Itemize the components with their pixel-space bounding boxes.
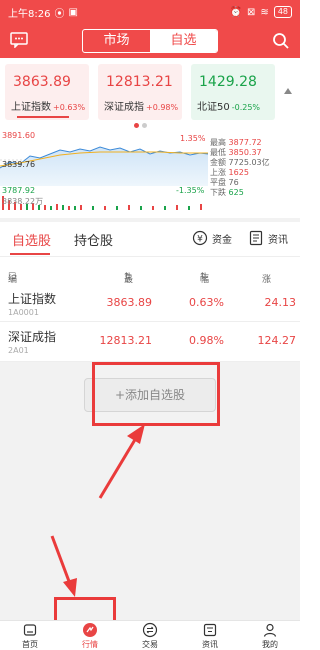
nav-profile[interactable]: 我的	[240, 621, 300, 650]
chart-low-label: 3787.92	[2, 186, 36, 195]
funds-label: 资金	[212, 234, 232, 246]
tab-watchlist[interactable]: 自选	[150, 30, 217, 52]
market-watchlist-toggle: 市场 自选	[82, 29, 218, 53]
top-header: 市场 自选	[0, 24, 300, 58]
index-cards: 3863.89 上证指数 +0.63% 12813.21 深证成指 +0.98% 1…	[0, 58, 300, 126]
stock-change: 124.27	[257, 334, 297, 347]
stock-pct: 0.63%	[189, 296, 224, 309]
page-indicator	[134, 123, 147, 128]
location-icon: ⦿	[54, 8, 65, 20]
sort-icon: ⇅	[124, 272, 132, 282]
tab-market[interactable]: 市场	[83, 30, 150, 52]
chart-pct-top: 1.35%	[180, 134, 206, 143]
stock-pct: 0.98%	[189, 334, 224, 347]
edit-icon: ☐	[8, 272, 17, 282]
index-value: 1429.28	[199, 74, 257, 90]
highlight-box-add	[92, 362, 220, 426]
message-icon[interactable]	[10, 32, 28, 48]
document-icon	[249, 230, 263, 246]
yen-circle-icon: ¥	[192, 230, 208, 246]
wifi-icon: ≋	[260, 6, 269, 18]
stat-up: 上涨 1625	[210, 168, 249, 177]
info-button[interactable]: 资讯	[248, 230, 288, 246]
index-value: 3863.89	[13, 74, 71, 90]
table-row[interactable]: 深证成指 2A01 12813.21 0.98% 124.27	[0, 322, 300, 362]
stock-code: 2A01	[8, 346, 29, 355]
alarm-icon: ⏰	[229, 6, 243, 18]
stat-flat: 平盘 76	[210, 178, 239, 187]
market-icon	[83, 623, 97, 637]
watchlist-empty-area: +添加自选股	[0, 362, 300, 620]
chart-volume-label: 3838.22万	[2, 197, 44, 206]
stock-code: 1A0001	[8, 308, 39, 317]
home-icon	[23, 624, 37, 636]
tab-watchlist-stocks[interactable]: 自选股	[12, 230, 51, 249]
stat-low: 最低 3850.37	[210, 148, 262, 157]
index-change: -0.25%	[231, 103, 261, 112]
intraday-chart[interactable]: 3891.60 1.35% 3839.76 3787.92 -1.35% 383…	[0, 130, 300, 214]
active-tab-indicator	[10, 253, 50, 255]
index-card-sse[interactable]: 3863.89 上证指数 +0.63%	[5, 64, 89, 120]
list-tabs: 自选股 持仓股 ¥ 资金 资讯	[0, 222, 300, 256]
list-header: 编辑 ☐ 最新 ⇅ 幅度 ⇅ 涨跌	[8, 272, 272, 298]
tab-holdings[interactable]: 持仓股	[74, 230, 113, 249]
index-value: 12813.21	[106, 74, 173, 90]
selected-indicator	[17, 116, 69, 118]
info-label: 资讯	[268, 234, 288, 246]
chart-mid-label: 3839.76	[2, 160, 36, 169]
page-dot	[142, 123, 147, 128]
exchange-icon	[142, 622, 158, 638]
index-card-szse[interactable]: 12813.21 深证成指 +0.98%	[98, 64, 182, 120]
stock-latest: 3863.89	[106, 296, 153, 309]
index-name: 北证50	[197, 102, 230, 113]
bottom-nav: 首页 行情 交易 资讯 我的	[0, 620, 300, 650]
nav-market[interactable]: 行情	[60, 621, 120, 650]
index-name: 深证成指	[104, 102, 144, 113]
divider	[0, 256, 300, 257]
nav-trade[interactable]: 交易	[120, 621, 180, 650]
funds-button[interactable]: ¥ 资金	[192, 230, 232, 246]
sort-icon: ⇅	[200, 272, 208, 282]
index-card-bse50[interactable]: 1429.28 北证50 -0.25%	[191, 64, 275, 120]
market-stats: 最高 3877.72 最低 3850.37 金额 7725.03亿 上涨 162…	[210, 138, 270, 198]
svg-text:¥: ¥	[197, 235, 203, 245]
stock-change: 24.13	[264, 296, 297, 309]
chart-pct-bottom: -1.35%	[176, 186, 205, 195]
stat-high: 最高 3877.72	[210, 138, 262, 147]
mute-icon: ⊠	[247, 6, 256, 18]
nav-news[interactable]: 资讯	[180, 621, 240, 650]
index-name: 上证指数	[11, 102, 51, 113]
stock-name: 上证指数	[8, 292, 57, 306]
status-time: 上午8:26	[8, 8, 51, 20]
search-icon[interactable]	[272, 32, 290, 50]
table-row[interactable]: 上证指数 1A0001 3863.89 0.63% 24.13	[0, 284, 300, 322]
stock-latest: 12813.21	[99, 334, 153, 347]
status-bar: 上午8:26 ⦿ ▣ ⏰ ⊠ ≋ 48	[0, 0, 300, 24]
news-icon	[203, 623, 217, 637]
notification-icon: ▣	[68, 6, 78, 18]
nav-home[interactable]: 首页	[0, 621, 60, 650]
index-change: +0.63%	[53, 103, 86, 112]
chart-high-label: 3891.60	[2, 131, 36, 140]
battery-indicator: 48	[273, 6, 292, 18]
collapse-icon[interactable]	[284, 88, 292, 94]
stat-down: 下跌 625	[210, 188, 244, 197]
page-dot	[134, 123, 139, 128]
index-change: +0.98%	[146, 103, 179, 112]
stat-amount: 金额 7725.03亿	[210, 158, 270, 167]
user-icon	[263, 623, 277, 637]
stock-name: 深证成指	[8, 330, 57, 344]
